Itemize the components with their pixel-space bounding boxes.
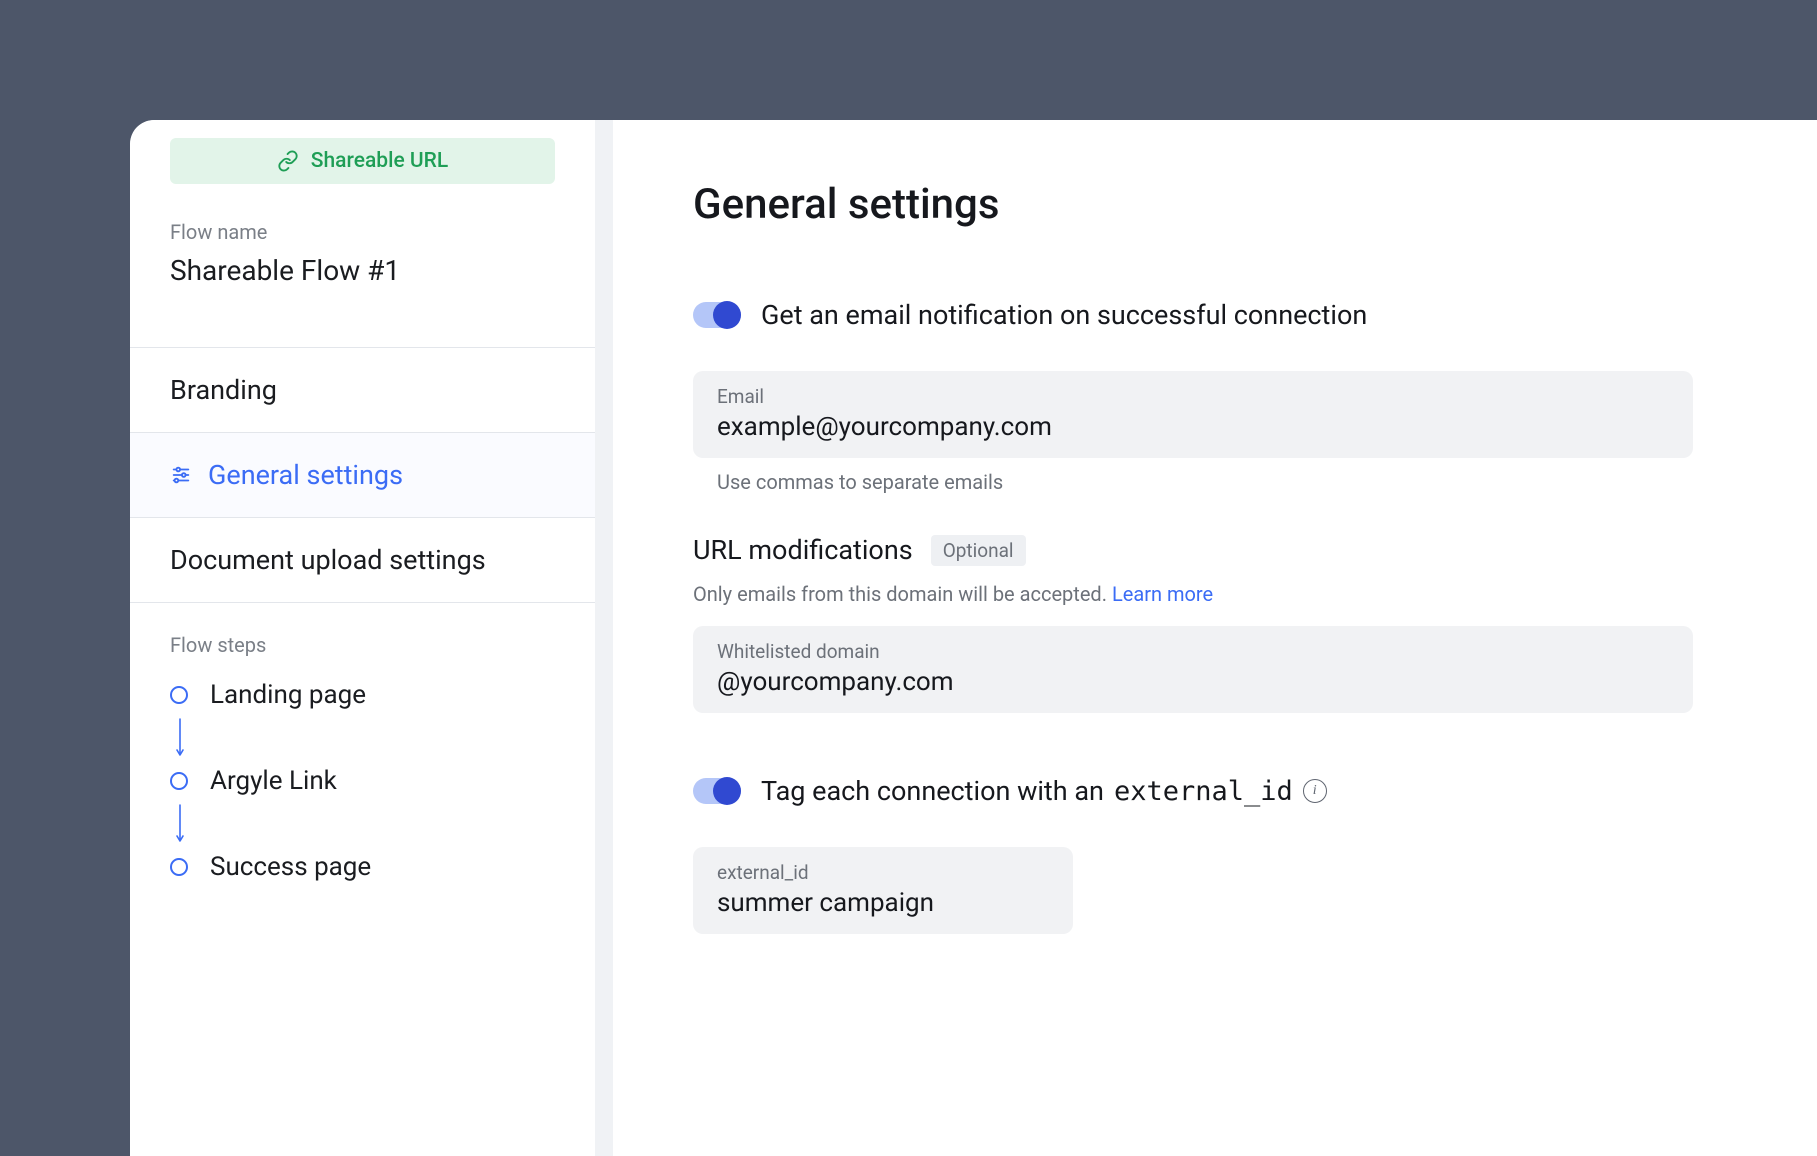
shareable-url-label: Shareable URL: [311, 149, 448, 173]
step-label: Landing page: [210, 680, 366, 710]
nav-item-label: General settings: [208, 459, 403, 491]
whitelisted-domain-value: @yourcompany.com: [717, 667, 1669, 697]
desc-text: Only emails from this domain will be acc…: [693, 582, 1112, 606]
toggle-knob: [713, 301, 741, 329]
email-field-hint: Use commas to separate emails: [693, 470, 1737, 494]
step-label: Success page: [210, 852, 371, 882]
external-id-field-value: summer campaign: [717, 888, 1049, 918]
step-label: Argyle Link: [210, 766, 337, 796]
email-field-label: Email: [717, 385, 1669, 408]
circle-icon: [170, 772, 188, 790]
arrow-down-icon: [170, 715, 555, 761]
circle-icon: [170, 686, 188, 704]
optional-tag: Optional: [931, 535, 1026, 566]
main-content: General settings Get an email notificati…: [613, 120, 1817, 1156]
flow-name-block: Flow name Shareable Flow #1: [130, 184, 595, 347]
external-id-label: Tag each connection with an external_id …: [761, 775, 1327, 807]
arrow-down-icon: [170, 801, 555, 847]
flow-step-argyle-link[interactable]: Argyle Link: [170, 761, 555, 801]
email-notification-row: Get an email notification on successful …: [693, 299, 1737, 331]
circle-icon: [170, 858, 188, 876]
whitelisted-domain-label: Whitelisted domain: [717, 640, 1669, 663]
flow-steps-label: Flow steps: [170, 633, 555, 657]
url-modifications-header: URL modifications Optional: [693, 534, 1737, 566]
flow-steps-section: Flow steps Landing page Argyle Link: [130, 603, 595, 917]
page-title: General settings: [693, 180, 1737, 229]
email-field-value: example@yourcompany.com: [717, 412, 1669, 442]
url-modifications-title: URL modifications: [693, 534, 913, 566]
settings-nav: Branding General settings Document uploa…: [130, 347, 595, 603]
url-modifications-desc: Only emails from this domain will be acc…: [693, 582, 1737, 606]
sliders-icon: [170, 464, 192, 486]
external-id-code: external_id: [1114, 776, 1293, 807]
flow-name-label: Flow name: [170, 220, 555, 244]
external-id-label-pre: Tag each connection with an: [761, 775, 1104, 807]
toggle-knob: [713, 777, 741, 805]
link-icon: [277, 150, 299, 172]
external-id-field[interactable]: external_id summer campaign: [693, 847, 1073, 934]
email-field[interactable]: Email example@yourcompany.com: [693, 371, 1693, 458]
shareable-url-badge[interactable]: Shareable URL: [170, 138, 555, 184]
info-icon[interactable]: i: [1303, 779, 1327, 803]
nav-item-label: Document upload settings: [170, 544, 486, 576]
nav-item-label: Branding: [170, 374, 277, 406]
whitelisted-domain-field[interactable]: Whitelisted domain @yourcompany.com: [693, 626, 1693, 713]
flow-step-success-page[interactable]: Success page: [170, 847, 555, 887]
nav-item-branding[interactable]: Branding: [130, 348, 595, 433]
flow-name-value: Shareable Flow #1: [170, 254, 555, 287]
nav-item-general-settings[interactable]: General settings: [130, 433, 595, 518]
email-notification-toggle[interactable]: [693, 302, 741, 328]
flow-step-landing-page[interactable]: Landing page: [170, 675, 555, 715]
email-notification-label: Get an email notification on successful …: [761, 299, 1367, 331]
sidebar: Shareable URL Flow name Shareable Flow #…: [130, 120, 595, 1156]
external-id-field-label: external_id: [717, 861, 1049, 884]
learn-more-link[interactable]: Learn more: [1112, 582, 1213, 606]
external-id-toggle[interactable]: [693, 778, 741, 804]
app-window: Shareable URL Flow name Shareable Flow #…: [130, 120, 1817, 1156]
external-id-row: Tag each connection with an external_id …: [693, 775, 1737, 807]
nav-item-document-upload-settings[interactable]: Document upload settings: [130, 518, 595, 603]
